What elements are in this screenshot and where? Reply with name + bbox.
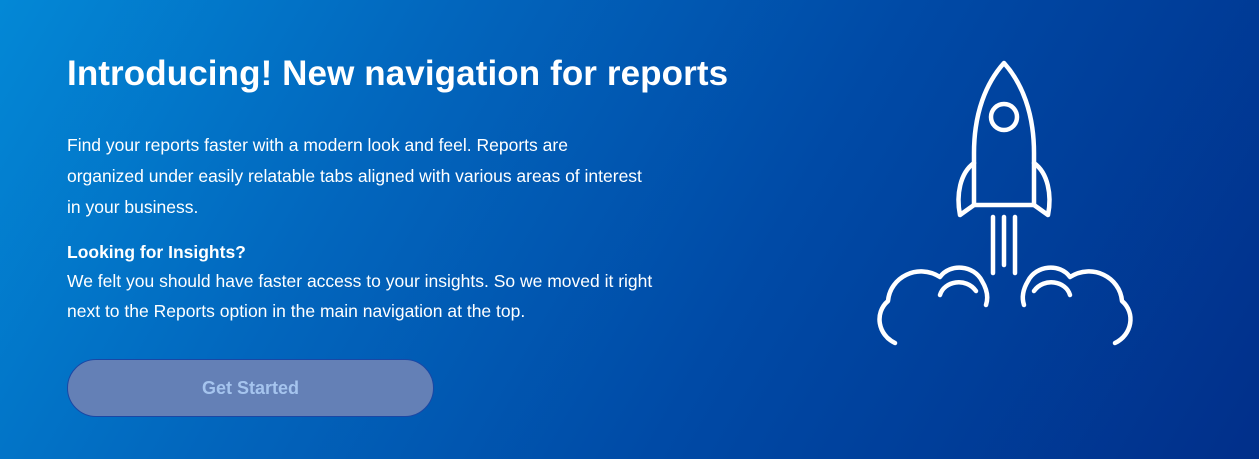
banner-title: Introducing! New navigation for reports — [67, 54, 729, 93]
intro-text: Find your reports faster with a modern l… — [67, 135, 642, 217]
rocket-launch-icon — [877, 60, 1133, 346]
insights-heading: Looking for Insights? — [67, 242, 246, 262]
banner-content: Introducing! New navigation for reports … — [67, 53, 787, 326]
insights-text: We felt you should have faster access to… — [67, 271, 653, 321]
announcement-banner: Introducing! New navigation for reports … — [0, 0, 1259, 459]
get-started-button[interactable]: Get Started — [67, 359, 434, 417]
